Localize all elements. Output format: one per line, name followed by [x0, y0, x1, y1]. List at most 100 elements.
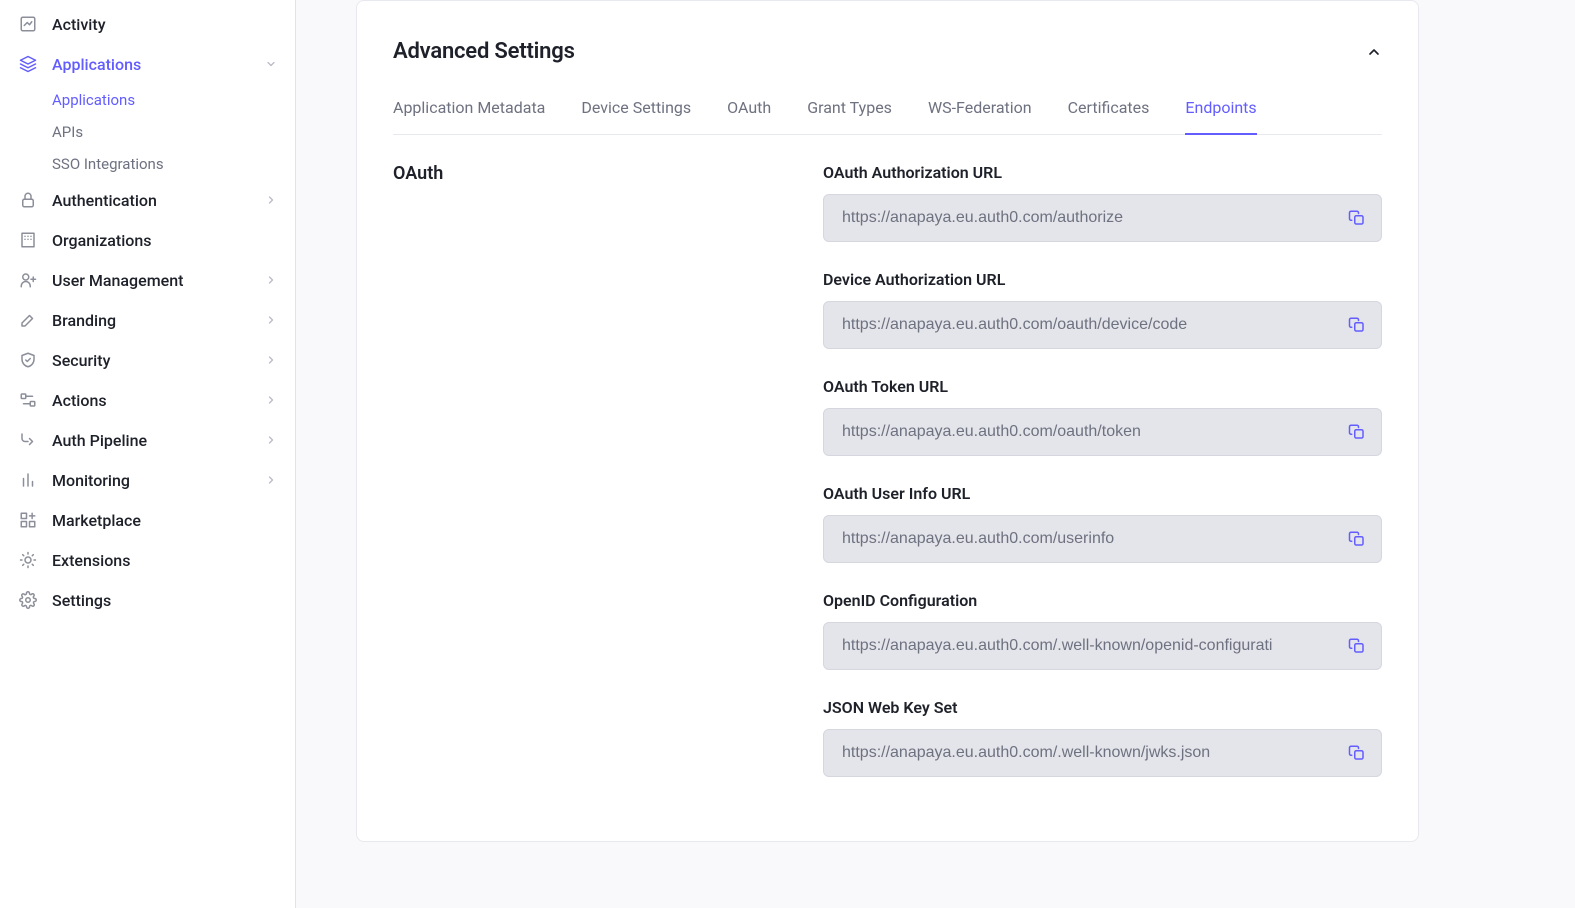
sidebar-item-extensions[interactable]: Extensions [0, 540, 295, 580]
sidebar-item-label: Authentication [52, 191, 251, 210]
field-input[interactable] [842, 316, 1345, 334]
gear-icon [18, 590, 38, 610]
sidebar-item-monitoring[interactable]: Monitoring [0, 460, 295, 500]
copy-button[interactable] [1345, 313, 1369, 337]
sidebar-item-label: Activity [52, 15, 277, 34]
sidebar-item-applications[interactable]: Applications [0, 44, 295, 84]
field-input[interactable] [842, 637, 1345, 655]
field-device-authorization-url: Device Authorization URL [823, 270, 1382, 349]
sidebar-item-actions[interactable]: Actions [0, 380, 295, 420]
chevron-down-icon [265, 58, 277, 70]
chevron-right-icon [265, 394, 277, 406]
sidebar-subitems: ApplicationsAPIsSSO Integrations [0, 84, 295, 180]
sidebar-item-label: Settings [52, 591, 277, 610]
field-json-web-key-set: JSON Web Key Set [823, 698, 1382, 777]
copy-button[interactable] [1345, 741, 1369, 765]
sidebar-item-label: Marketplace [52, 511, 277, 530]
sun-icon [18, 550, 38, 570]
sidebar-subitem-apis[interactable]: APIs [52, 116, 295, 148]
chevron-right-icon [265, 474, 277, 486]
section-title: Advanced Settings [393, 39, 575, 64]
settings-tabs: Application Metadata Device Settings OAuth… [393, 98, 1382, 135]
pipeline-icon [18, 430, 38, 450]
sidebar-item-marketplace[interactable]: Marketplace [0, 500, 295, 540]
copy-button[interactable] [1345, 420, 1369, 444]
field-label: JSON Web Key Set [823, 698, 1382, 717]
chart-line-icon [18, 14, 38, 34]
sidebar-subitem-sso-integrations[interactable]: SSO Integrations [52, 148, 295, 180]
group-title: OAuth [393, 163, 793, 184]
building-icon [18, 230, 38, 250]
field-input[interactable] [842, 423, 1345, 441]
sidebar-item-security[interactable]: Security [0, 340, 295, 380]
bars-icon [18, 470, 38, 490]
field-oauth-user-info-url: OAuth User Info URL [823, 484, 1382, 563]
sidebar-item-label: Auth Pipeline [52, 431, 251, 450]
sidebar-item-label: User Management [52, 271, 251, 290]
sidebar-item-label: Branding [52, 311, 251, 330]
chevron-right-icon [265, 194, 277, 206]
flow-icon [18, 390, 38, 410]
chevron-right-icon [265, 274, 277, 286]
sidebar: ActivityApplicationsApplicationsAPIsSSO … [0, 0, 296, 908]
sidebar-item-label: Applications [52, 55, 251, 74]
shield-icon [18, 350, 38, 370]
field-openid-configuration: OpenID Configuration [823, 591, 1382, 670]
sidebar-item-label: Extensions [52, 551, 277, 570]
sidebar-subitem-applications[interactable]: Applications [52, 84, 295, 116]
brush-icon [18, 310, 38, 330]
copy-button[interactable] [1345, 206, 1369, 230]
field-label: OAuth Authorization URL [823, 163, 1382, 182]
sidebar-item-auth-pipeline[interactable]: Auth Pipeline [0, 420, 295, 460]
tab-certificates[interactable]: Certificates [1068, 98, 1150, 135]
sidebar-item-authentication[interactable]: Authentication [0, 180, 295, 220]
copy-button[interactable] [1345, 527, 1369, 551]
field-input[interactable] [842, 744, 1345, 762]
tab-endpoints[interactable]: Endpoints [1185, 98, 1256, 135]
field-label: OAuth Token URL [823, 377, 1382, 396]
copy-icon [1348, 316, 1366, 334]
field-input[interactable] [842, 530, 1345, 548]
field-label: OAuth User Info URL [823, 484, 1382, 503]
main-content: Advanced Settings Application Metadata De… [296, 0, 1575, 908]
sidebar-item-user-management[interactable]: User Management [0, 260, 295, 300]
field-input-wrap [823, 622, 1382, 670]
user-plus-icon [18, 270, 38, 290]
group-title-column: OAuth [393, 163, 793, 805]
sidebar-item-settings[interactable]: Settings [0, 580, 295, 620]
lock-icon [18, 190, 38, 210]
copy-icon [1348, 423, 1366, 441]
tab-grant-types[interactable]: Grant Types [807, 98, 892, 135]
field-input[interactable] [842, 209, 1345, 227]
fields-column: OAuth Authorization URL Device Authorizat… [823, 163, 1382, 805]
layers-icon [18, 54, 38, 74]
advanced-settings-card: Advanced Settings Application Metadata De… [356, 0, 1419, 842]
copy-icon [1348, 637, 1366, 655]
tab-device-settings[interactable]: Device Settings [581, 98, 691, 135]
sidebar-item-label: Monitoring [52, 471, 251, 490]
field-input-wrap [823, 408, 1382, 456]
endpoints-content: OAuth OAuth Authorization URL Device Auth… [393, 163, 1382, 805]
sidebar-item-label: Actions [52, 391, 251, 410]
sidebar-item-label: Security [52, 351, 251, 370]
grid-plus-icon [18, 510, 38, 530]
field-input-wrap [823, 194, 1382, 242]
tab-ws-federation[interactable]: WS-Federation [928, 98, 1032, 135]
copy-button[interactable] [1345, 634, 1369, 658]
collapse-button[interactable] [1366, 44, 1382, 60]
field-input-wrap [823, 729, 1382, 777]
copy-icon [1348, 530, 1366, 548]
field-label: Device Authorization URL [823, 270, 1382, 289]
sidebar-item-label: Organizations [52, 231, 277, 250]
copy-icon [1348, 744, 1366, 762]
field-label: OpenID Configuration [823, 591, 1382, 610]
sidebar-item-activity[interactable]: Activity [0, 4, 295, 44]
chevron-right-icon [265, 354, 277, 366]
field-input-wrap [823, 301, 1382, 349]
section-header: Advanced Settings [393, 39, 1382, 64]
sidebar-item-branding[interactable]: Branding [0, 300, 295, 340]
tab-oauth[interactable]: OAuth [727, 98, 771, 135]
tab-application-metadata[interactable]: Application Metadata [393, 98, 545, 135]
sidebar-item-organizations[interactable]: Organizations [0, 220, 295, 260]
field-oauth-token-url: OAuth Token URL [823, 377, 1382, 456]
